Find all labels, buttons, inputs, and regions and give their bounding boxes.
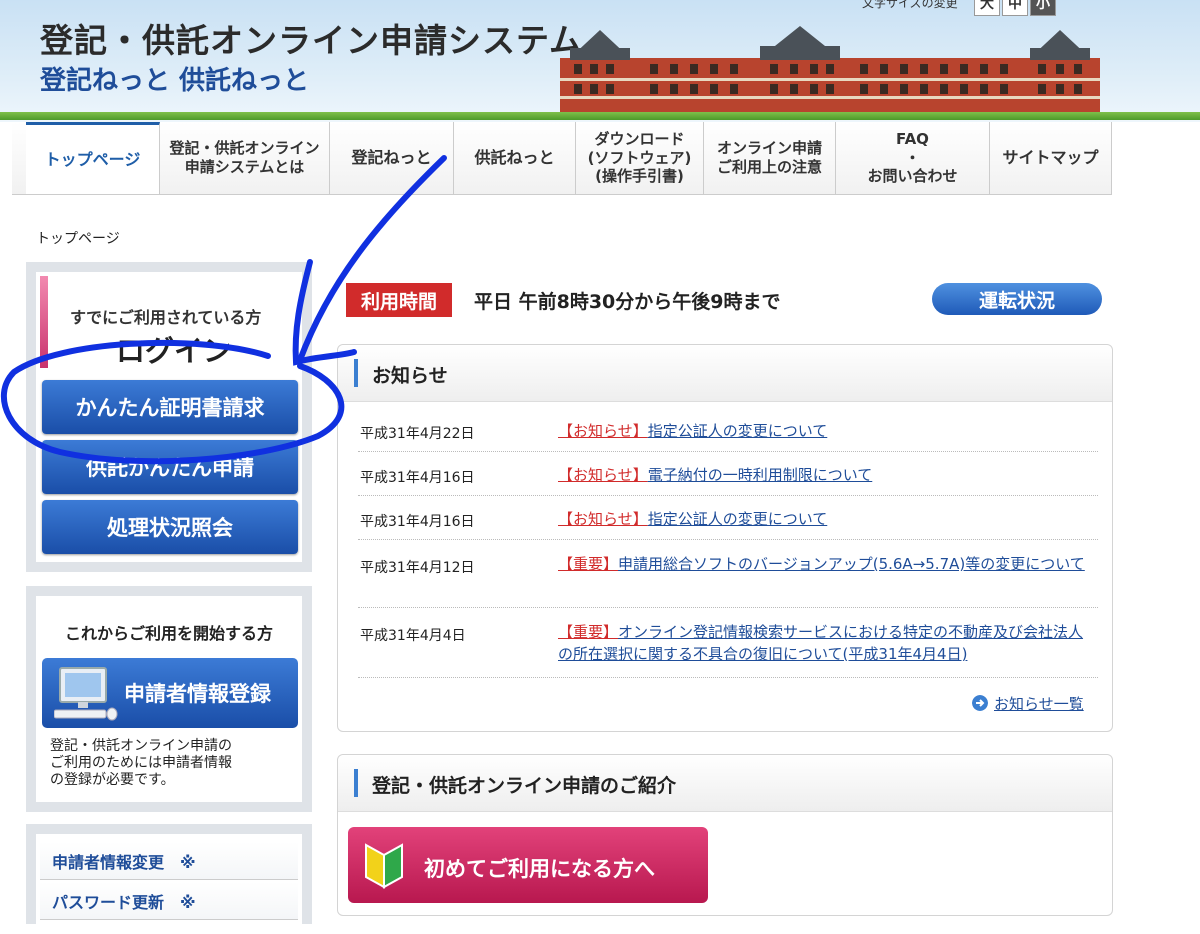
nav-touki-net[interactable]: 登記ねっと (330, 122, 454, 194)
breadcrumb: トップページ (36, 231, 120, 247)
intro-header-bar (354, 769, 358, 797)
news-item: 平成31年4月4日 【重要】オンライン登記情報検索サービスにおける特定の不動産及… (358, 611, 1098, 678)
nav-sitemap[interactable]: サイトマップ (990, 122, 1112, 194)
news-link[interactable]: 申請用総合ソフトのバージョンアップ(5.6A→5.7A)等の変更について (618, 555, 1085, 573)
intro-section: 登記・供託オンライン申請のご紹介 初めてご利用になる方へ (337, 754, 1113, 916)
news-link[interactable]: 指定公証人の変更について (648, 422, 828, 440)
news-date: 平成31年4月4日 (360, 628, 466, 644)
news-header: お知らせ (338, 345, 1112, 402)
news-tag[interactable]: 【重要】 (558, 555, 618, 573)
intro-title: 登記・供託オンライン申請のご紹介 (372, 775, 677, 797)
hours-text: 平日 午前8時30分から午後9時まで (474, 291, 781, 313)
nav-top-page[interactable]: トップページ (26, 122, 160, 194)
header-grass-strip (0, 112, 1200, 120)
arrow-circle-icon (972, 695, 988, 711)
news-date: 平成31年4月16日 (360, 514, 475, 530)
applicant-info-change-link[interactable]: 申請者情報変更 ※ (40, 842, 298, 880)
beginner-mark-icon (365, 843, 403, 889)
news-item: 平成31年4月12日 【重要】申請用総合ソフトのバージョンアップ(5.6A→5.… (358, 543, 1098, 608)
operation-status-button[interactable]: 運転状況 (932, 283, 1102, 315)
easy-deposit-application-button[interactable]: 供託かんたん申請 (42, 440, 298, 494)
first-time-user-button[interactable]: 初めてご利用になる方へ (348, 827, 708, 903)
text-size-medium-button[interactable]: 中 (1002, 0, 1028, 16)
applicant-registration-label: 申請者情報登録 (124, 682, 271, 706)
news-date: 平成31年4月12日 (360, 560, 475, 576)
text-size-large-button[interactable]: 大 (974, 0, 1000, 16)
applicant-registration-button[interactable]: 申請者情報登録 (42, 658, 298, 728)
nav-kyotaku-net[interactable]: 供託ねっと (454, 122, 576, 194)
site-title[interactable]: 登記・供託オンライン申請システム (40, 14, 583, 62)
password-update-link[interactable]: パスワード更新 ※ (40, 882, 298, 920)
registration-note: 登記・供託オンライン申請の ご利用のためには申請者情報 の登録が必要です。 (50, 738, 232, 788)
login-panel: すでにご利用されている方 ログイン かんたん証明書請求 供託かんたん申請 処理状… (26, 262, 312, 572)
nav-download[interactable]: ダウンロード (ソフトウェア) (操作手引書) (576, 122, 704, 194)
new-user-title: これからご利用を開始する方 (64, 624, 273, 643)
easy-certificate-request-button[interactable]: かんたん証明書請求 (42, 380, 298, 434)
news-date: 平成31年4月22日 (360, 426, 475, 442)
site-subtitle[interactable]: 登記ねっと 供託ねっと (40, 60, 309, 97)
text-size-small-button[interactable]: 小 (1030, 0, 1056, 16)
news-title: お知らせ (372, 365, 448, 387)
global-nav: トップページ 登記・供託オンライン 申請システムとは 登記ねっと 供託ねっと ダ… (12, 122, 1112, 195)
news-date: 平成31年4月16日 (360, 470, 475, 486)
nav-faq-contact[interactable]: FAQ ・ お問い合わせ (836, 122, 990, 194)
news-item: 平成31年4月22日 【お知らせ】指定公証人の変更について (358, 411, 1098, 452)
ministry-building-image (560, 26, 1100, 114)
news-tag[interactable]: 【お知らせ】 (558, 510, 648, 528)
news-item: 平成31年4月16日 【お知らせ】電子納付の一時利用制限について (358, 455, 1098, 496)
news-tag[interactable]: 【重要】 (558, 623, 618, 641)
computer-icon (54, 667, 118, 721)
news-link[interactable]: 指定公証人の変更について (648, 510, 828, 528)
news-tag[interactable]: 【お知らせ】 (558, 422, 648, 440)
nav-about-system[interactable]: 登記・供託オンライン 申請システムとは (160, 122, 330, 194)
news-tag[interactable]: 【お知らせ】 (558, 466, 648, 484)
site-header: 登記・供託オンライン申請システム 登記ねっと 供託ねっと 文字サイズの変更 大 … (0, 0, 1200, 122)
account-menu-panel: 申請者情報変更 ※ パスワード更新 ※ (26, 824, 312, 934)
first-time-user-label: 初めてご利用になる方へ (424, 857, 655, 881)
login-title: ログイン (116, 334, 233, 368)
processing-status-button[interactable]: 処理状況照会 (42, 500, 298, 554)
login-accent-bar (40, 276, 48, 368)
news-list-link[interactable]: お知らせ一覧 (994, 693, 1084, 714)
news-header-bar (354, 359, 358, 387)
existing-user-label: すでにご利用されている方 (70, 308, 262, 327)
news-link[interactable]: オンライン登記情報検索サービスにおける特定の不動産及び会社法人の所在選択に関する… (558, 623, 1083, 663)
new-user-panel: これからご利用を開始する方 申請者情報登録 登記・供託オンライン申請の ご利用の… (26, 586, 312, 812)
intro-header: 登記・供託オンライン申請のご紹介 (338, 755, 1112, 812)
news-item: 平成31年4月16日 【お知らせ】指定公証人の変更について (358, 499, 1098, 540)
news-link[interactable]: 電子納付の一時利用制限について (648, 466, 873, 484)
nav-online-notes[interactable]: オンライン申請 ご利用上の注意 (704, 122, 836, 194)
news-section: お知らせ 平成31年4月22日 【お知らせ】指定公証人の変更について 平成31年… (337, 344, 1113, 732)
hours-tag: 利用時間 (346, 283, 452, 317)
text-size-label: 文字サイズの変更 (862, 0, 958, 10)
